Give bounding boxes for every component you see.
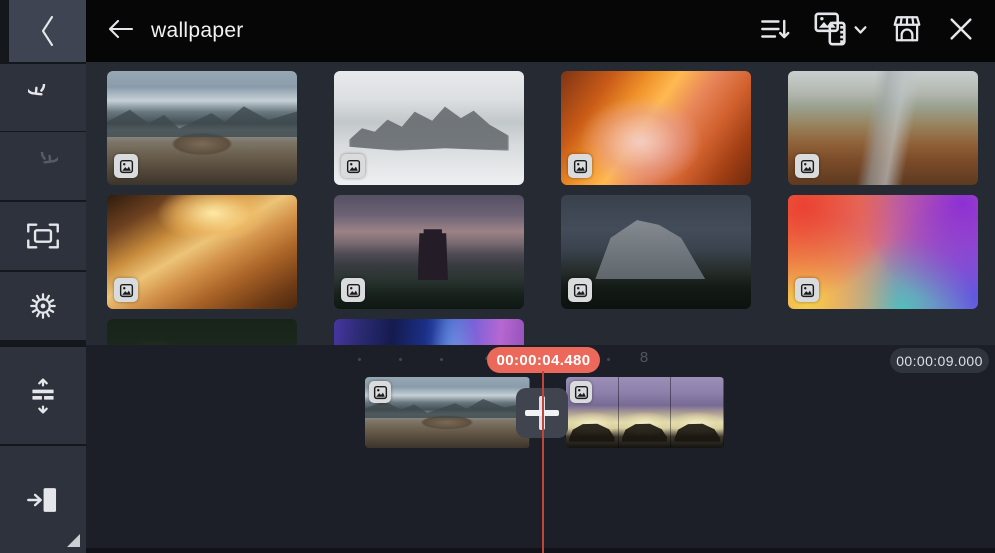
media-filter-button[interactable]	[814, 12, 867, 51]
library-item-canyon-amber[interactable]	[107, 195, 297, 309]
total-duration-badge: 00:00:09.000	[890, 348, 989, 373]
track-height-button[interactable]	[0, 347, 86, 444]
playhead-time-badge[interactable]: 00:00:04.480	[487, 347, 600, 373]
ruler-tick	[399, 358, 402, 361]
redo-button[interactable]	[0, 132, 86, 200]
expand-tracks-icon	[27, 378, 59, 414]
store-icon	[891, 14, 923, 49]
image-badge-icon	[795, 154, 819, 178]
ruler-tick	[440, 358, 443, 361]
image-badge-icon	[114, 278, 138, 302]
image-badge-icon	[341, 278, 365, 302]
image-badge-icon	[570, 381, 592, 403]
export-arrow-icon	[26, 484, 60, 516]
back-button[interactable]	[106, 16, 136, 47]
timeline-panel[interactable]: 48 00:00:04.480 00:00:09.000	[86, 345, 995, 553]
image-badge-icon	[369, 381, 391, 403]
playhead-line[interactable]	[542, 371, 544, 553]
media-filter-icon	[814, 12, 848, 51]
undo-button[interactable]	[0, 64, 86, 131]
export-button[interactable]	[0, 446, 86, 553]
undo-icon	[28, 84, 58, 112]
close-icon	[947, 15, 975, 48]
library-item-canyon-orange[interactable]	[561, 71, 751, 185]
ruler-tick	[607, 358, 610, 361]
settings-button[interactable]	[0, 272, 86, 340]
ruler-label: 8	[636, 349, 652, 366]
library-item-half-dome[interactable]	[561, 195, 751, 309]
gear-icon	[27, 290, 59, 322]
chevron-down-icon	[854, 22, 867, 40]
image-badge-icon	[341, 154, 365, 178]
capture-frame-icon	[26, 222, 60, 250]
image-badge-icon	[568, 154, 592, 178]
timeline-clip[interactable]	[566, 377, 724, 448]
image-badge-icon	[795, 278, 819, 302]
panel-resize-corner[interactable]	[67, 534, 80, 547]
image-badge-icon	[114, 154, 138, 178]
page-title: wallpaper	[151, 19, 244, 43]
arrow-left-icon	[106, 16, 136, 47]
library-item-foggy-mountains[interactable]	[334, 71, 524, 185]
header-bar: wallpaper	[86, 0, 995, 62]
close-button[interactable]	[947, 15, 975, 48]
library-item-dark-foliage[interactable]	[107, 319, 297, 345]
ruler-tick	[358, 358, 361, 361]
redo-icon	[28, 152, 58, 180]
library-item-great-wall-autumn[interactable]	[788, 71, 978, 185]
library-item-color-gradient[interactable]	[788, 195, 978, 309]
sort-button[interactable]	[760, 16, 790, 47]
header-actions	[760, 0, 975, 62]
clip-frame	[619, 377, 672, 448]
left-toolbar	[0, 0, 86, 553]
sort-descending-icon	[760, 16, 790, 47]
image-badge-icon	[568, 278, 592, 302]
collapse-panel-button[interactable]	[9, 0, 86, 62]
video-editor-app: wallpaper	[0, 0, 995, 553]
store-button[interactable]	[891, 14, 923, 49]
media-grid	[86, 62, 995, 345]
timeline-clip[interactable]	[365, 377, 530, 448]
clip-frame	[671, 377, 724, 448]
capture-frame-button[interactable]	[0, 202, 86, 270]
chevron-left-icon	[36, 12, 60, 50]
library-item-aurora-gradient[interactable]	[334, 319, 524, 345]
library-item-great-wall-dusk[interactable]	[334, 195, 524, 309]
library-item-mountain-lake[interactable]	[107, 71, 297, 185]
